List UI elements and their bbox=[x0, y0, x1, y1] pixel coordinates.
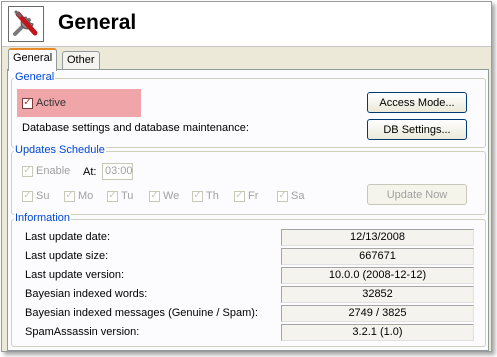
day-checkbox-tu[interactable]: ✓ Tu bbox=[107, 190, 133, 202]
info-label: Last update date: bbox=[25, 231, 111, 243]
header-bar: General bbox=[2, 2, 491, 47]
enable-checkbox[interactable]: ✓ Enable bbox=[22, 165, 70, 177]
checkmark-icon: ✓ bbox=[64, 190, 75, 202]
general-group: General ✓ Active Access Mode... Database… bbox=[11, 71, 486, 148]
info-row: Bayesian indexed messages (Genuine / Spa… bbox=[12, 305, 485, 323]
active-checkbox[interactable]: ✓ Active bbox=[22, 97, 66, 109]
db-settings-button[interactable]: DB Settings... bbox=[367, 119, 467, 140]
enable-label: Enable bbox=[36, 165, 71, 177]
checkmark-icon: ✓ bbox=[22, 97, 33, 109]
day-label: Tu bbox=[121, 190, 134, 202]
day-checkbox-sa[interactable]: ✓ Sa bbox=[277, 190, 304, 202]
time-input[interactable]: 03:00 bbox=[102, 163, 133, 180]
checkmark-icon: ✓ bbox=[149, 190, 160, 202]
information-group: Information Last update date: 12/13/2008… bbox=[11, 212, 486, 347]
checkmark-icon: ✓ bbox=[277, 190, 288, 202]
day-label: Su bbox=[36, 190, 50, 202]
tab-panel-general: General ✓ Active Access Mode... Database… bbox=[7, 69, 489, 351]
day-label: Mo bbox=[78, 190, 94, 202]
info-row: Last update size: 667671 bbox=[12, 248, 485, 266]
access-mode-button[interactable]: Access Mode... bbox=[367, 92, 467, 113]
day-label: Fr bbox=[248, 190, 259, 202]
info-value: 667671 bbox=[281, 248, 474, 265]
active-label: Active bbox=[36, 97, 66, 109]
day-checkbox-we[interactable]: ✓ We bbox=[149, 190, 179, 202]
info-row: Last update date: 12/13/2008 bbox=[12, 229, 485, 247]
day-checkbox-th[interactable]: ✓ Th bbox=[192, 190, 219, 202]
updates-group-legend: Updates Schedule bbox=[14, 144, 106, 156]
info-label: SpamAssassin version: bbox=[25, 326, 140, 338]
info-label: Bayesian indexed messages (Genuine / Spa… bbox=[25, 307, 258, 319]
update-now-button[interactable]: Update Now bbox=[367, 184, 467, 205]
checkmark-icon: ✓ bbox=[107, 190, 118, 202]
day-checkbox-su[interactable]: ✓ Su bbox=[22, 190, 49, 202]
info-row: SpamAssassin version: 3.2.1 (1.0) bbox=[12, 324, 485, 342]
day-checkbox-fr[interactable]: ✓ Fr bbox=[234, 190, 258, 202]
settings-window: General General Other General ✓ Active A… bbox=[1, 1, 492, 352]
info-row: Bayesian indexed words: 32852 bbox=[12, 286, 485, 304]
info-value: 10.0.0 (2008-12-12) bbox=[281, 267, 474, 284]
checkmark-icon: ✓ bbox=[22, 190, 33, 202]
info-label: Bayesian indexed words: bbox=[25, 288, 148, 300]
info-value: 2749 / 3825 bbox=[281, 305, 474, 322]
checkmark-icon: ✓ bbox=[22, 165, 33, 177]
day-label: We bbox=[163, 190, 180, 202]
day-label: Th bbox=[206, 190, 219, 202]
day-label: Sa bbox=[291, 190, 305, 202]
info-label: Last update version: bbox=[25, 269, 125, 281]
info-value: 32852 bbox=[281, 286, 474, 303]
info-value: 12/13/2008 bbox=[281, 229, 474, 246]
day-checkbox-mo[interactable]: ✓ Mo bbox=[64, 190, 93, 202]
tab-bar: General Other bbox=[2, 47, 491, 71]
info-label: Last update size: bbox=[25, 250, 109, 262]
at-label: At: bbox=[83, 166, 97, 178]
db-description: Database settings and database maintenan… bbox=[22, 122, 249, 134]
checkmark-icon: ✓ bbox=[192, 190, 203, 202]
tools-icon bbox=[8, 6, 44, 42]
updates-schedule-group: Updates Schedule ✓ Enable At: 03:00 ✓ Su… bbox=[11, 144, 486, 215]
information-group-legend: Information bbox=[14, 212, 72, 224]
info-row: Last update version: 10.0.0 (2008-12-12) bbox=[12, 267, 485, 285]
tab-general[interactable]: General bbox=[8, 48, 58, 71]
tab-other[interactable]: Other bbox=[62, 51, 100, 69]
general-group-legend: General bbox=[14, 71, 56, 83]
info-value: 3.2.1 (1.0) bbox=[281, 324, 474, 341]
checkmark-icon: ✓ bbox=[234, 190, 245, 202]
page-title: General bbox=[58, 11, 137, 34]
